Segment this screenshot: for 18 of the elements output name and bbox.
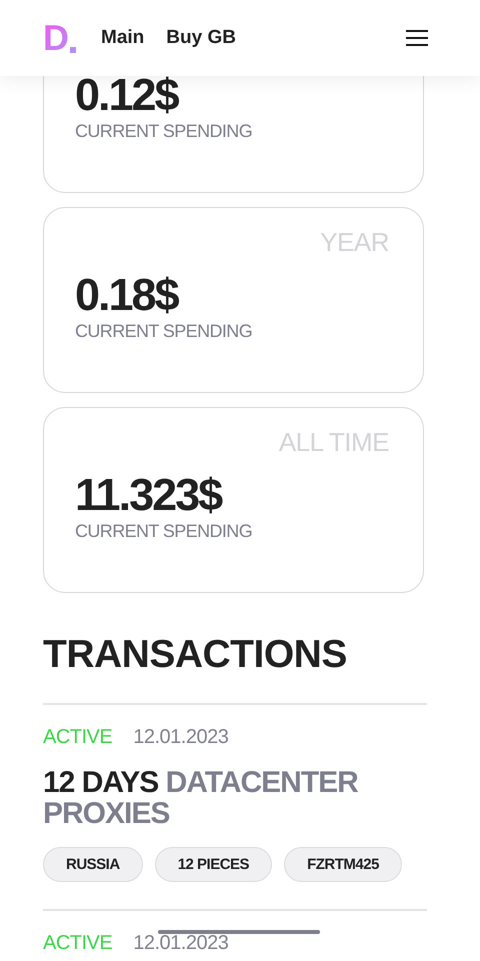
transaction-title: 12 DAYS DATACENTER PROXIES: [43, 767, 359, 829]
nav-link[interactable]: Main: [101, 27, 144, 49]
amount-caption: CURRENT SPENDING: [75, 121, 254, 142]
status-label: ACTIVE: [43, 932, 112, 955]
amount: 0.18$: [75, 270, 180, 320]
amount-caption: CURRENT SPENDING: [75, 321, 254, 342]
status-label: ACTIVE: [43, 726, 112, 749]
tag-chip: FZRTM425: [284, 847, 402, 882]
amount-caption: CURRENT SPENDING: [75, 521, 254, 542]
nav-link[interactable]: Buy GB: [166, 27, 236, 49]
tag-chip: 12 PIECES: [154, 847, 272, 882]
amount: 0.12$: [75, 70, 180, 120]
amount: 11.323$: [75, 470, 223, 520]
section-heading: TRANSACTIONS: [43, 633, 348, 677]
date-text: 12.01.2023: [133, 726, 228, 749]
menu-icon[interactable]: [406, 30, 428, 46]
tag-chip: RUSSIA: [43, 847, 143, 882]
date-text: 12.01.2023: [133, 932, 228, 955]
